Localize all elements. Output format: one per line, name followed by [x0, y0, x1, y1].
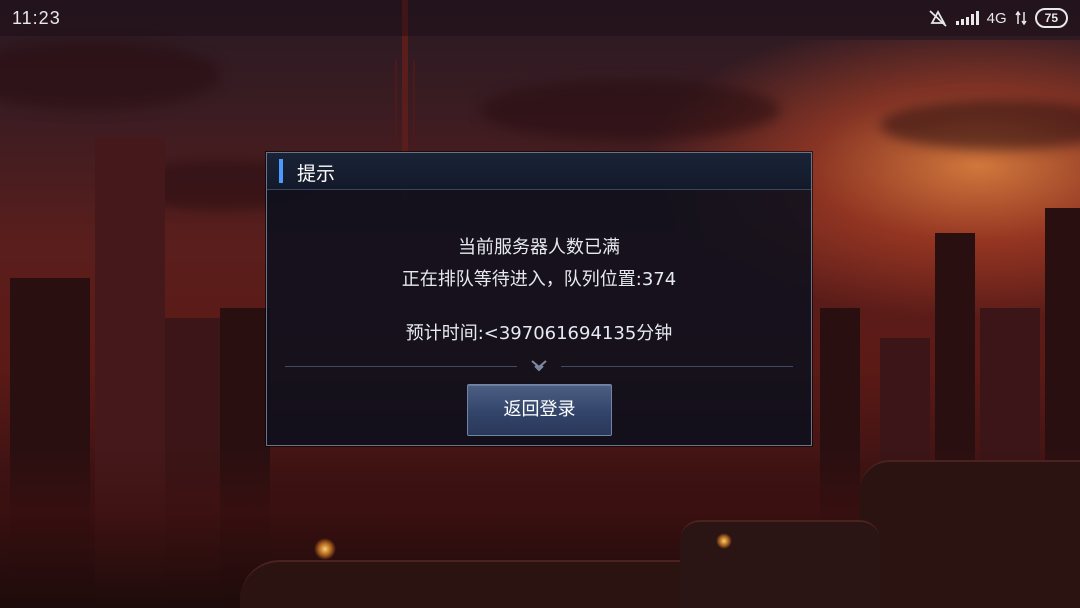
- ember: [716, 533, 732, 549]
- divider-right: [561, 366, 793, 367]
- chevron-ornament-icon: [531, 360, 547, 372]
- dialog-header: 提示: [267, 153, 811, 190]
- network-type: 4G: [986, 9, 1007, 27]
- status-time: 11:23: [12, 8, 61, 28]
- rock: [680, 520, 880, 608]
- queue-position-message: 正在排队等待进入，队列位置:374: [401, 269, 677, 290]
- divider-left: [285, 366, 517, 367]
- header-accent-bar: [279, 159, 283, 183]
- data-transfer-icon: [1015, 11, 1027, 25]
- server-full-message: 当前服务器人数已满: [458, 237, 620, 258]
- game-screen: 11:23 4G 75 提示 当前服务器人数已满 正在排队等待进入，队列位置:3…: [0, 0, 1080, 608]
- queue-dialog: 提示 当前服务器人数已满 正在排队等待进入，队列位置:374 预计时间:<397…: [266, 152, 812, 446]
- signal-icon: [955, 11, 979, 25]
- status-icons: 4G 75: [928, 8, 1068, 28]
- status-bar: 11:23 4G 75: [0, 0, 1080, 36]
- ember: [314, 538, 336, 560]
- estimated-time-message: 预计时间:<397061694135分钟: [405, 323, 673, 344]
- return-to-login-button[interactable]: 返回登录: [467, 384, 612, 436]
- dialog-title: 提示: [297, 163, 336, 185]
- rock: [860, 460, 1080, 608]
- alarm-off-icon: [929, 10, 947, 27]
- cloud: [0, 40, 220, 110]
- cloud: [480, 80, 780, 140]
- battery-indicator: 75: [1034, 8, 1068, 28]
